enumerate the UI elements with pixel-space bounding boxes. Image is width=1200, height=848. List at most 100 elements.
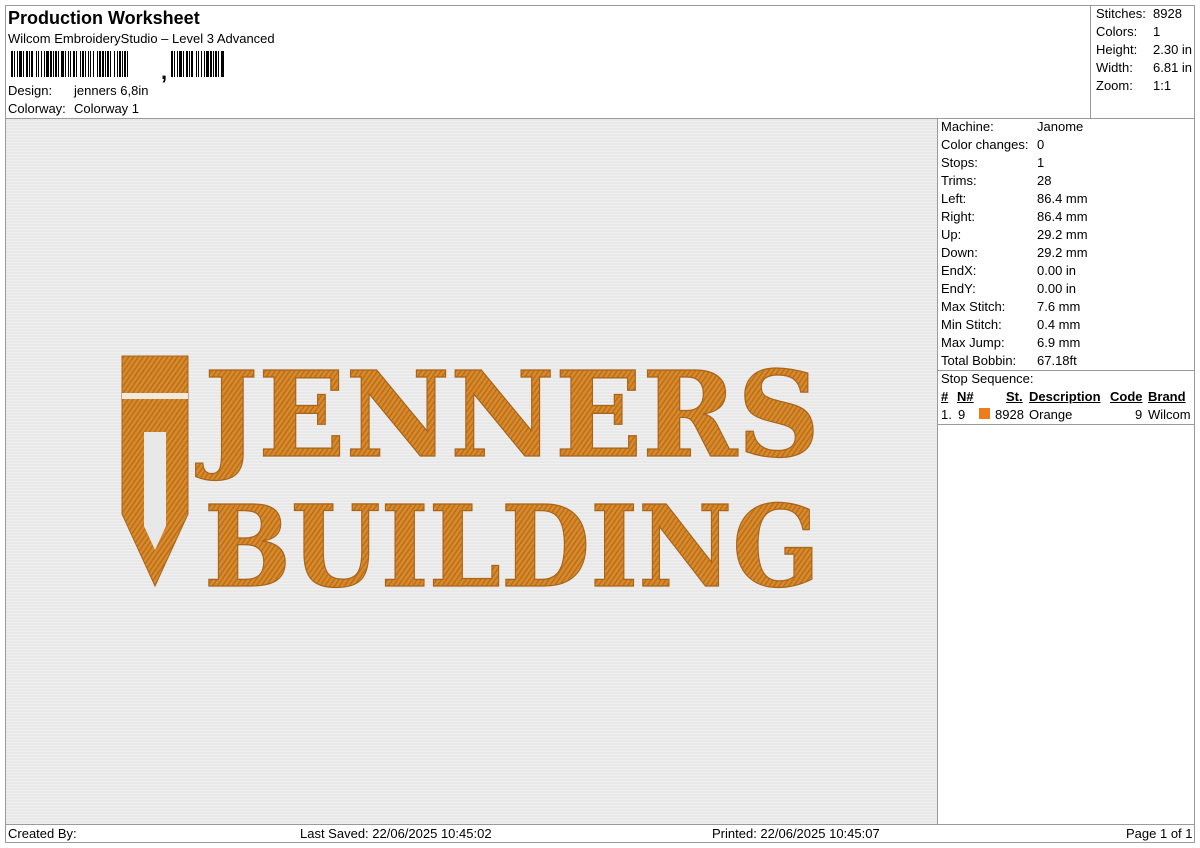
row-needle: 9 xyxy=(958,407,966,422)
stat-row: Up: 29.2 mm xyxy=(941,226,1088,244)
barcode-bar xyxy=(171,51,173,77)
stat-value: 29.2 mm xyxy=(1037,227,1088,242)
barcode-bar xyxy=(61,51,64,77)
stat-row: EndX: 0.00 in xyxy=(941,262,1088,280)
stat-value: 1 xyxy=(1037,155,1045,170)
stat-row: Max Jump: 6.9 mm xyxy=(941,334,1088,352)
barcode-bar xyxy=(26,51,28,77)
stat-label: Left: xyxy=(941,191,967,206)
barcode-bar xyxy=(41,51,42,77)
stat-label: Total Bobbin: xyxy=(941,353,1017,368)
stat-label: Machine: xyxy=(941,119,994,134)
stat-label: EndX: xyxy=(941,263,977,278)
barcode-bar xyxy=(50,51,52,77)
summary-colors: Colors: 1 xyxy=(1096,24,1161,39)
stat-label: Right: xyxy=(941,209,975,224)
page-number: Page 1 of 1 xyxy=(1126,826,1193,841)
barcode-bar xyxy=(17,51,18,77)
colorway-label: Colorway: xyxy=(8,101,66,116)
thread-color-swatch xyxy=(979,408,990,419)
embroidery-logo: JENNERS BUILDING xyxy=(121,350,821,590)
preview-divider xyxy=(937,119,938,824)
barcode-bar xyxy=(85,51,86,77)
stat-row: Min Stitch: 0.4 mm xyxy=(941,316,1088,334)
row-stitches: 8928 xyxy=(995,407,1024,422)
stat-label: Max Jump: xyxy=(941,335,1005,350)
pencil-icon xyxy=(121,355,189,588)
stat-value: 6.9 mm xyxy=(1037,335,1081,350)
design-line-2: BUILDING xyxy=(204,482,820,590)
stat-label: Trims: xyxy=(941,173,977,188)
barcode-bar xyxy=(215,51,217,77)
barcode-bar xyxy=(38,51,39,77)
barcode-bar xyxy=(105,51,106,77)
stat-label: Color changes: xyxy=(941,137,1029,152)
barcode-bar xyxy=(55,51,57,77)
stat-value: 0.4 mm xyxy=(1037,317,1081,332)
design-label: Design: xyxy=(8,83,53,98)
barcode-bar xyxy=(29,51,30,77)
colorway-value: Colorway 1 xyxy=(74,101,140,116)
printed-date: Printed: 22/06/2025 10:45:07 xyxy=(712,826,880,841)
barcode-bar xyxy=(221,51,224,77)
stat-row: Stops: 1 xyxy=(941,154,1088,172)
barcode-bar xyxy=(102,51,104,77)
stat-row: Left: 86.4 mm xyxy=(941,190,1088,208)
barcode-bar xyxy=(93,51,94,77)
stat-row: Color changes: 0 xyxy=(941,136,1088,154)
barcode-bar xyxy=(186,51,188,77)
barcode-bar xyxy=(117,51,118,77)
barcode-bar xyxy=(196,51,197,77)
stat-row: Machine: Janome xyxy=(941,118,1088,136)
barcode-bar xyxy=(46,51,49,77)
row-code: 9 xyxy=(1135,407,1143,422)
summary-stitches: Stitches: 8928 xyxy=(1096,6,1182,21)
barcode-bar xyxy=(36,51,37,77)
stat-value: 28 xyxy=(1037,173,1052,188)
stat-row: Max Stitch: 7.6 mm xyxy=(941,298,1088,316)
stat-value: 7.6 mm xyxy=(1037,299,1081,314)
software-name: Wilcom EmbroideryStudio – Level 3 Advanc… xyxy=(8,31,275,46)
summary-height: Height: 2.30 in xyxy=(1096,42,1193,57)
design-value: jenners 6,8in xyxy=(74,83,149,98)
col-index: # xyxy=(941,389,949,404)
machine-stats: Machine: Janome Color changes: 0 Stops: 1 Trim… xyxy=(941,118,1088,370)
barcode-bar xyxy=(204,51,205,77)
barcode-bar xyxy=(213,51,214,77)
barcode-bar xyxy=(31,51,33,77)
barcode-bar xyxy=(122,51,123,77)
barcode-bar xyxy=(97,51,98,77)
barcode-bar xyxy=(124,51,126,77)
barcode-bar xyxy=(201,51,202,77)
barcode-bar xyxy=(14,51,15,77)
stat-value: Janome xyxy=(1037,119,1084,134)
barcode-bar xyxy=(19,51,22,77)
barcode-bar xyxy=(23,51,24,77)
barcode-bar xyxy=(114,51,115,77)
stop-sequence-title: Stop Sequence: xyxy=(941,371,1034,386)
barcode: , xyxy=(11,51,224,83)
barcode-bar xyxy=(191,51,193,77)
stat-value: 86.4 mm xyxy=(1037,209,1088,224)
barcode-bar xyxy=(107,51,109,77)
stat-label: Max Stitch: xyxy=(941,299,1006,314)
summary-width: Width: 6.81 in xyxy=(1096,60,1193,75)
barcode-bar xyxy=(90,51,91,77)
stat-value: 29.2 mm xyxy=(1037,245,1088,260)
barcode-bar xyxy=(53,51,54,77)
summary-zoom: Zoom: 1:1 xyxy=(1096,78,1172,93)
barcode-bar xyxy=(82,51,84,77)
barcode-bar xyxy=(68,51,69,77)
col-code: Code xyxy=(1110,389,1143,404)
barcode-bar xyxy=(119,51,121,77)
design-summary: Stitches: 8928 Colors: 1 Height: 2.30 in Wi… xyxy=(1096,5,1192,95)
barcode-bar xyxy=(58,51,59,77)
design-row: Design: jenners 6,8in xyxy=(8,83,148,98)
barcode-bar xyxy=(11,51,13,77)
last-saved: Last Saved: 22/06/2025 10:45:02 xyxy=(300,826,492,841)
col-brand: Brand xyxy=(1148,389,1186,404)
barcode-bar xyxy=(177,51,178,77)
barcode-bar xyxy=(65,51,66,77)
barcode-bar xyxy=(76,51,77,77)
row-index: 1. xyxy=(941,407,952,422)
